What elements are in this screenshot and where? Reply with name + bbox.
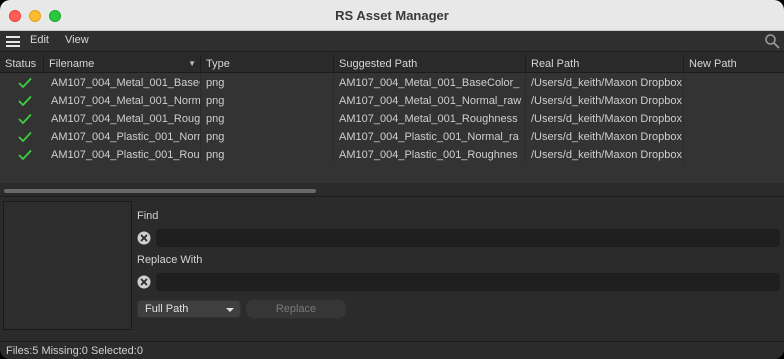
- hamburger-menu-icon[interactable]: [6, 36, 20, 47]
- cell-filename: AM107_004_Metal_001_Roughness: [46, 110, 201, 128]
- cell-type: png: [201, 110, 334, 128]
- cell-filename: AM107_004_Metal_001_BaseColor: [46, 74, 201, 92]
- cell-new-path: [684, 146, 784, 164]
- column-filename[interactable]: Filename ▼: [44, 55, 201, 73]
- cell-type: png: [201, 92, 334, 110]
- cell-suggested-path: AM107_004_Metal_001_BaseColor_: [334, 74, 526, 92]
- cell-new-path: [684, 92, 784, 110]
- scope-select[interactable]: Full Path: [137, 300, 241, 318]
- cell-suggested-path: AM107_004_Plastic_001_Roughnes: [334, 146, 526, 164]
- cell-suggested-path: AM107_004_Metal_001_Normal_raw: [334, 92, 526, 110]
- cell-new-path: [684, 74, 784, 92]
- column-real-path[interactable]: Real Path: [526, 55, 684, 73]
- chevron-down-icon: [226, 308, 234, 312]
- status-text: Files:5 Missing:0 Selected:0: [6, 345, 143, 357]
- column-filename-label: Filename: [49, 58, 95, 70]
- replace-with-label: Replace With: [137, 254, 203, 266]
- cell-type: png: [201, 74, 334, 92]
- check-icon: [18, 150, 32, 160]
- sort-descending-icon: ▼: [188, 59, 196, 68]
- menu-edit[interactable]: Edit: [30, 34, 49, 46]
- clear-replace-icon[interactable]: [137, 275, 151, 289]
- cell-filename: AM107_004_Plastic_001_Normal: [46, 128, 201, 146]
- replace-button[interactable]: Replace: [245, 299, 347, 319]
- panel-divider[interactable]: [0, 196, 784, 197]
- search-icon[interactable]: [764, 33, 780, 49]
- menu-view[interactable]: View: [65, 34, 89, 46]
- column-type[interactable]: Type: [201, 55, 334, 73]
- cell-new-path: [684, 110, 784, 128]
- check-icon: [18, 96, 32, 106]
- cell-real-path: /Users/d_keith/Maxon Dropbox: [526, 128, 684, 146]
- column-new-path[interactable]: New Path: [684, 55, 784, 73]
- cell-type: png: [201, 146, 334, 164]
- cell-real-path: /Users/d_keith/Maxon Dropbox: [526, 110, 684, 128]
- title-bar[interactable]: RS Asset Manager: [0, 0, 784, 31]
- table-header: Status Filename ▼ Type Suggested Path Re…: [0, 55, 784, 73]
- table-row[interactable]: AM107_004_Metal_001_BaseColor png AM107_…: [0, 74, 784, 92]
- check-icon: [18, 78, 32, 88]
- table-row[interactable]: AM107_004_Metal_001_Normal png AM107_004…: [0, 92, 784, 110]
- find-label: Find: [137, 210, 159, 222]
- horizontal-scrollbar[interactable]: [4, 189, 316, 193]
- cell-new-path: [684, 128, 784, 146]
- check-icon: [18, 114, 32, 124]
- asset-table: Status Filename ▼ Type Suggested Path Re…: [0, 55, 784, 183]
- texture-preview: [3, 201, 132, 330]
- table-row[interactable]: AM107_004_Plastic_001_Roughness png AM10…: [0, 146, 784, 164]
- table-row[interactable]: AM107_004_Plastic_001_Normal png AM107_0…: [0, 128, 784, 146]
- column-status[interactable]: Status: [0, 55, 44, 73]
- cell-suggested-path: AM107_004_Metal_001_Roughness: [334, 110, 526, 128]
- cell-filename: AM107_004_Plastic_001_Roughness: [46, 146, 201, 164]
- status-bar: Files:5 Missing:0 Selected:0: [0, 341, 784, 359]
- check-icon: [18, 132, 32, 142]
- cell-real-path: /Users/d_keith/Maxon Dropbox: [526, 92, 684, 110]
- asset-manager-window: RS Asset Manager Edit View Status Filena…: [0, 0, 784, 359]
- table-row[interactable]: AM107_004_Metal_001_Roughness png AM107_…: [0, 110, 784, 128]
- find-input[interactable]: [156, 229, 780, 247]
- cell-real-path: /Users/d_keith/Maxon Dropbox: [526, 146, 684, 164]
- window-title: RS Asset Manager: [335, 8, 449, 23]
- cell-filename: AM107_004_Metal_001_Normal: [46, 92, 201, 110]
- replace-with-input[interactable]: [156, 273, 780, 291]
- cell-real-path: /Users/d_keith/Maxon Dropbox: [526, 74, 684, 92]
- scope-select-value: Full Path: [145, 303, 189, 315]
- cell-suggested-path: AM107_004_Plastic_001_Normal_ra: [334, 128, 526, 146]
- menu-bar: Edit View: [0, 31, 784, 52]
- cell-type: png: [201, 128, 334, 146]
- column-suggested-path[interactable]: Suggested Path: [334, 55, 526, 73]
- clear-find-icon[interactable]: [137, 231, 151, 245]
